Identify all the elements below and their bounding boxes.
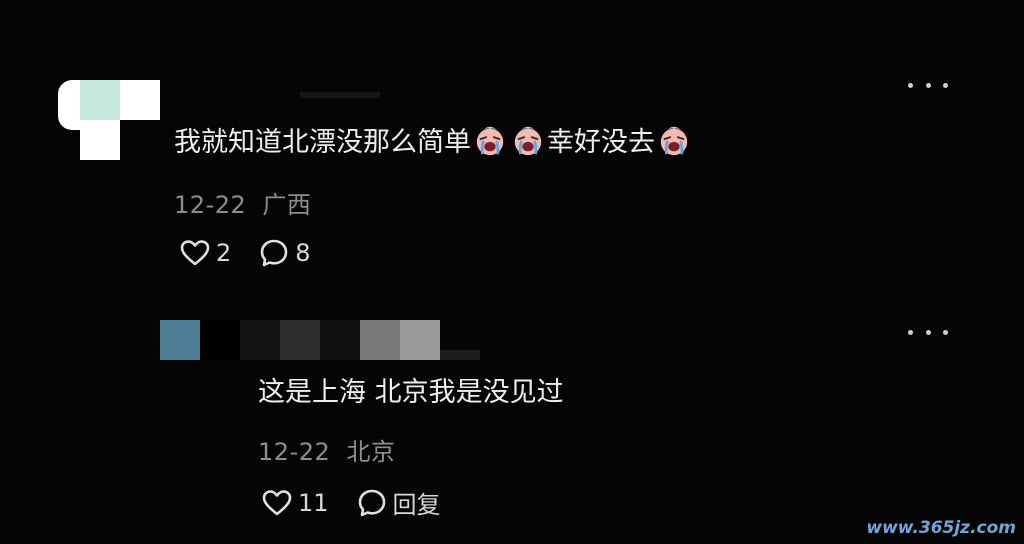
chat-bubble-icon — [260, 239, 288, 267]
crying-face-icon — [660, 126, 688, 155]
avatar-blurred[interactable] — [160, 320, 480, 362]
comment-meta: 12-22 广西 — [174, 185, 311, 220]
comment-text-content: 这是上海 北京我是没见过 — [258, 377, 564, 408]
comment-date: 12-22 — [174, 191, 247, 219]
heart-icon — [180, 240, 210, 266]
like-button[interactable]: 2 — [180, 239, 231, 267]
comment-text-part-2: 幸好没去 — [547, 127, 655, 158]
comment-location: 北京 — [346, 438, 396, 466]
reply-count: 8 — [295, 239, 311, 267]
chat-bubble-icon — [358, 489, 385, 516]
reply-label: 回复 — [392, 491, 441, 519]
like-count: 2 — [216, 239, 232, 267]
more-options-icon[interactable] — [908, 75, 948, 95]
reply-button[interactable]: 回复 — [357, 485, 441, 520]
comment-location: 广西 — [262, 191, 312, 219]
crying-face-icon — [514, 126, 542, 155]
comment-actions: 11 回复 — [262, 485, 469, 520]
comment-text-part-1: 我就知道北漂没那么简单 — [174, 127, 471, 158]
comment-actions: 2 8 — [180, 238, 339, 268]
comment-date: 12-22 — [258, 438, 331, 466]
comment-meta: 12-22 北京 — [258, 432, 395, 467]
avatar[interactable] — [58, 60, 168, 165]
reply-button[interactable]: 8 — [259, 238, 311, 268]
comment-text: 这是上海 北京我是没见过 — [258, 370, 564, 409]
more-options-icon[interactable] — [908, 322, 948, 342]
like-count: 11 — [298, 488, 329, 517]
watermark: www.365jz.com — [866, 518, 1016, 538]
username-blurred — [300, 92, 380, 98]
crying-face-icon — [476, 126, 504, 155]
like-button[interactable]: 11 — [262, 489, 329, 517]
heart-icon — [262, 489, 292, 515]
comment-text: 我就知道北漂没那么简单 幸好没去 — [174, 120, 693, 159]
